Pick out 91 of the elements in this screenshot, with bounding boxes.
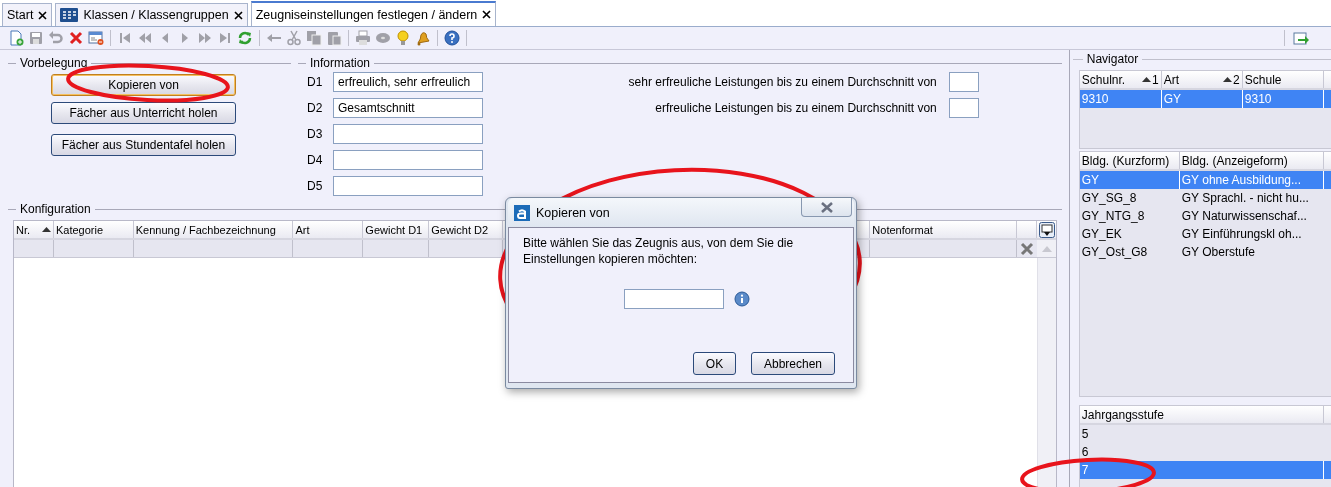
field-label: D4 [307, 153, 324, 167]
column-header[interactable]: Art [1163, 72, 1180, 87]
list-row[interactable]: GY_SG_8 GY Sprachl. - nicht hu... [1079, 189, 1331, 207]
table-cell-text: GY Sprachl. - nicht hu... [1180, 190, 1310, 207]
table-cell: GY [1079, 171, 1180, 189]
column-header[interactable]: Notenformat [872, 223, 933, 236]
bell-icon[interactable] [415, 30, 431, 46]
column-header[interactable]: Bldg. (Kurzform) [1081, 153, 1170, 168]
sort-icon [1223, 77, 1233, 82]
sort-icon [41, 227, 51, 232]
list-row[interactable]: GY_NTG_8 GY Naturwissenschaf... [1079, 207, 1331, 225]
field-label: erfreuliche Leistungen bis zu einem Durchschnitt von [655, 101, 937, 115]
action-button[interactable]: Fächer aus Stundentafel holen [51, 134, 236, 156]
table-cell: GY ohne Ausbildung... [1179, 171, 1324, 189]
group-title: Vorbelegung [19, 56, 89, 70]
table-cell: GY [1161, 90, 1243, 108]
delete-icon[interactable] [68, 30, 84, 46]
list-row[interactable]: GY_Ost_G8 GY Oberstufe [1079, 243, 1331, 261]
input-field[interactable] [624, 289, 724, 309]
close-icon[interactable] [482, 10, 492, 19]
close-button[interactable] [801, 198, 852, 217]
table-cell-text: GY_EK [1080, 226, 1123, 243]
field-label: D3 [307, 127, 324, 141]
action-button[interactable]: Fächer aus Unterricht holen [51, 102, 236, 124]
list-row[interactable]: 6 [1079, 443, 1331, 461]
export-icon[interactable] [1293, 30, 1309, 46]
table-cell-text: GY Oberstufe [1180, 244, 1256, 261]
table-cell-text: GY_SG_8 [1080, 190, 1138, 207]
text-field[interactable]: erfreulich, sehr erfreulich [333, 72, 483, 92]
column-chooser-icon[interactable] [1038, 221, 1055, 238]
table-cell-text: 6 [1080, 444, 1090, 461]
dialog-title: Kopieren von [536, 205, 610, 220]
sort-icon [1142, 77, 1152, 82]
sort-rank: 1 [1152, 72, 1159, 87]
table-cell-text: GY_NTG_8 [1080, 208, 1146, 225]
table-cell: 9310 [1079, 90, 1162, 108]
grid-icon [60, 8, 79, 22]
list-row[interactable]: 9310 GY 9310 [1079, 90, 1331, 108]
column-header[interactable]: Schule [1244, 72, 1282, 87]
close-icon[interactable] [233, 10, 243, 20]
column-header[interactable]: Gewicht D1 [365, 223, 423, 236]
text-field[interactable] [333, 124, 483, 144]
close-icon[interactable] [38, 10, 48, 20]
list-row[interactable]: 5 [1079, 425, 1331, 443]
panel-title: Navigator [1085, 52, 1140, 66]
column-header[interactable]: Nr. [16, 223, 31, 236]
sort-rank: 2 [1233, 72, 1240, 87]
column-header[interactable]: Kategorie [55, 223, 104, 236]
form-icon[interactable] [88, 30, 104, 46]
scrollbar[interactable] [1037, 258, 1056, 487]
tab-label: Start [7, 8, 34, 22]
info-icon[interactable] [734, 291, 750, 307]
list-row[interactable]: GY GY ohne Ausbildung... [1079, 171, 1331, 189]
tab[interactable]: Zeugniseinstellungen festlegen / ändern [250, 1, 497, 26]
dialog-message: Bitte wählen Sie das Zeugnis aus, von dem Sie die Einstellungen kopieren möchten: [523, 235, 795, 267]
table-cell-text: GY_Ost_G8 [1080, 244, 1149, 261]
column-header[interactable]: Kennung / Fachbezeichnung [135, 223, 276, 236]
group-title: Information [309, 56, 372, 70]
table-cell-text: GY Einführungskl oh... [1180, 226, 1303, 243]
tab-label: Zeugniseinstellungen festlegen / ändern [255, 7, 478, 22]
field-label: D1 [307, 75, 324, 89]
field-label: D5 [307, 179, 324, 193]
tab[interactable]: Start [2, 3, 53, 26]
text-field[interactable] [333, 176, 483, 196]
text-field[interactable] [948, 72, 979, 92]
table-cell: 9310 [1242, 90, 1324, 108]
action-button[interactable]: Kopieren von [51, 74, 236, 96]
list-row[interactable]: GY_EK GY Einführungskl oh... [1079, 225, 1331, 243]
scroll-up-icon[interactable] [1041, 245, 1052, 252]
tab-label: Klassen / Klassengruppen [83, 8, 229, 22]
refresh-icon[interactable] [237, 30, 253, 46]
help-icon[interactable] [444, 30, 460, 46]
column-header[interactable]: Art [295, 223, 310, 236]
column-header[interactable]: Bldg. (Anzeigeform) [1181, 153, 1288, 168]
column-header[interactable]: Schulnr. [1081, 72, 1126, 87]
dialog-button[interactable]: Abbrechen [751, 352, 835, 375]
new-document-icon[interactable] [8, 30, 24, 46]
group-title: Konfiguration [19, 202, 92, 216]
lightbulb-icon[interactable] [395, 30, 411, 46]
text-field[interactable] [333, 150, 483, 170]
tab[interactable]: Klassen / Klassengruppen [55, 3, 248, 26]
table-cell-text: GY Naturwissenschaf... [1180, 208, 1308, 225]
text-field[interactable] [948, 98, 979, 118]
clear-filter-icon[interactable] [1020, 241, 1035, 256]
field-label: sehr erfreuliche Leistungen bis zu einem Durchschnitt von [628, 75, 937, 89]
table-cell-text: 5 [1080, 426, 1090, 443]
dialog-button[interactable]: OK [693, 352, 736, 375]
text-field[interactable]: Gesamtschnitt [333, 98, 483, 118]
app-logo-icon [514, 204, 530, 221]
field-label: D2 [307, 101, 324, 115]
column-header[interactable]: Gewicht D2 [431, 223, 489, 236]
